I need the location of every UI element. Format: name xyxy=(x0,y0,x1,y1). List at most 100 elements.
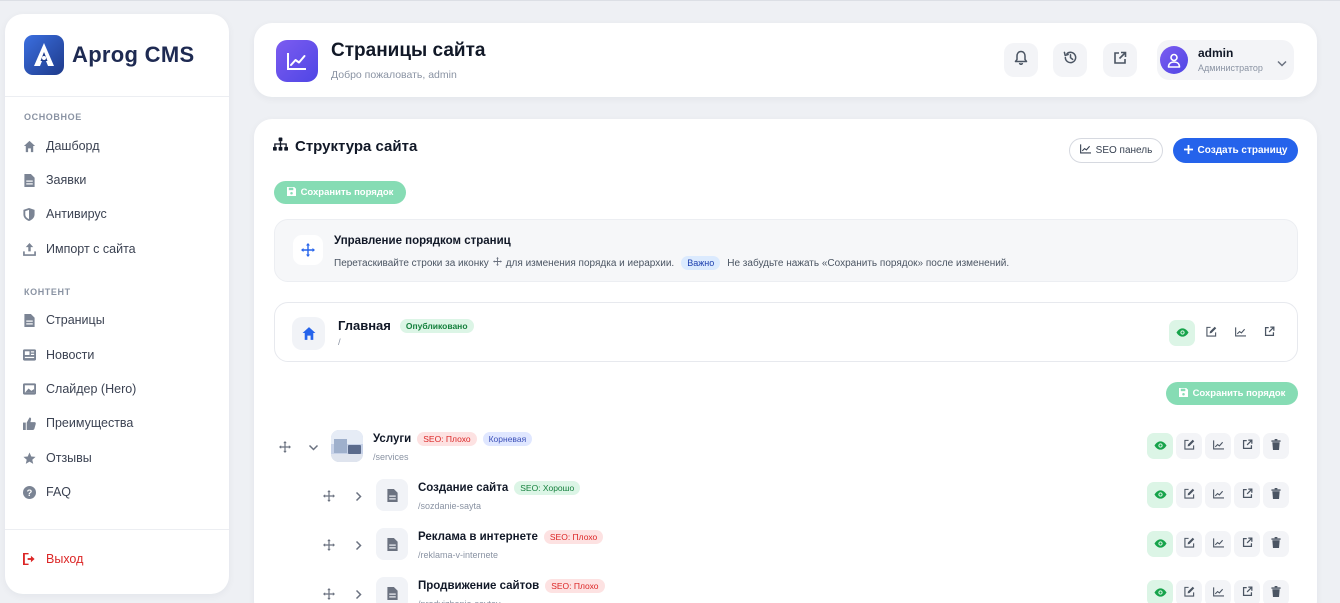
trash-icon xyxy=(1271,584,1281,602)
create-page-label: Создать страницу xyxy=(1197,145,1288,156)
open-page-button[interactable] xyxy=(1234,482,1260,508)
drag-handle-icon[interactable] xyxy=(323,538,335,556)
history-button[interactable] xyxy=(1053,43,1087,77)
seo-panel-label: SEO панель xyxy=(1095,145,1153,156)
user-menu[interactable]: admin Администратор xyxy=(1157,40,1294,80)
home-title-text: Главная xyxy=(338,318,391,333)
delete-button[interactable] xyxy=(1263,580,1289,603)
view-button[interactable] xyxy=(1147,482,1173,508)
document-icon xyxy=(376,528,408,560)
sidebar-item-dashboard[interactable]: Дашборд xyxy=(22,135,100,157)
seo-stats-button[interactable] xyxy=(1205,580,1231,603)
edit-icon xyxy=(1205,324,1217,342)
user-name: admin xyxy=(1198,46,1234,60)
save-order-button[interactable]: Сохранить порядок xyxy=(274,181,406,204)
seo-stats-button[interactable] xyxy=(1205,531,1231,557)
edit-button[interactable] xyxy=(1176,580,1202,603)
edit-button[interactable] xyxy=(1198,320,1224,346)
seo-badge: SEO: Хорошо xyxy=(514,481,581,495)
view-button[interactable] xyxy=(1147,531,1173,557)
edit-button[interactable] xyxy=(1176,482,1202,508)
external-link-icon xyxy=(1242,535,1253,553)
view-button[interactable] xyxy=(1147,433,1173,459)
star-icon xyxy=(22,451,36,465)
sidebar-item-reviews[interactable]: Отзывы xyxy=(22,447,92,469)
open-page-button[interactable] xyxy=(1234,580,1260,603)
thumbs-up-icon xyxy=(22,416,36,430)
view-button[interactable] xyxy=(1147,580,1173,603)
seo-panel-button[interactable]: SEO панель xyxy=(1069,138,1163,163)
sidebar: Aprog CMS ОСНОВНОЕ Дашборд Заявки Антиви… xyxy=(5,14,229,594)
published-badge: Опубликовано xyxy=(399,318,474,333)
history-icon xyxy=(1063,50,1078,70)
upload-icon xyxy=(22,242,36,256)
chevron-right-icon[interactable] xyxy=(353,587,364,603)
sidebar-item-label: Заявки xyxy=(46,173,87,187)
sidebar-item-label: Страницы xyxy=(46,313,105,327)
sidebar-item-news[interactable]: Новости xyxy=(22,344,94,366)
chevron-down-icon[interactable] xyxy=(308,440,319,458)
view-button[interactable] xyxy=(1169,320,1195,346)
newspaper-icon xyxy=(22,348,36,362)
chart-line-icon xyxy=(1212,584,1224,602)
drag-handle-icon[interactable] xyxy=(279,440,291,458)
page-row: Создание сайта SEO: Хорошо /sozdanie-say… xyxy=(254,476,1317,520)
seo-stats-button[interactable] xyxy=(1205,482,1231,508)
plus-icon xyxy=(1183,144,1193,157)
section-title-main: ОСНОВНОЕ xyxy=(24,112,82,122)
sidebar-item-antivirus[interactable]: Антивирус xyxy=(22,203,107,225)
section-title-content: КОНТЕНТ xyxy=(24,287,71,297)
chart-line-icon xyxy=(1212,486,1224,504)
seo-badge: SEO: Плохо xyxy=(417,432,477,446)
page-slug: /sozdanie-sayta xyxy=(418,501,482,511)
chevron-right-icon[interactable] xyxy=(353,538,364,556)
shield-icon xyxy=(22,207,36,221)
drag-handle-icon[interactable] xyxy=(323,587,335,603)
delete-button[interactable] xyxy=(1263,531,1289,557)
external-link-icon xyxy=(1113,51,1127,70)
open-page-button[interactable] xyxy=(1256,320,1282,346)
trash-icon xyxy=(1271,486,1281,504)
sidebar-item-label: Слайдер (Hero) xyxy=(46,382,137,396)
logout-button[interactable]: Выход xyxy=(22,548,83,570)
page-row: Продвижение сайтов SEO: Плохо /prodvizhe… xyxy=(254,574,1317,603)
trash-icon xyxy=(1271,437,1281,455)
document-icon xyxy=(376,479,408,511)
sidebar-item-label: Импорт с сайта xyxy=(46,242,136,256)
drag-handle-icon[interactable] xyxy=(323,489,335,507)
sidebar-item-label: FAQ xyxy=(46,485,72,499)
open-page-button[interactable] xyxy=(1234,531,1260,557)
save-order-button[interactable]: Сохранить порядок xyxy=(1166,382,1298,405)
page-title: Продвижение сайтов SEO: Плохо xyxy=(418,579,605,593)
page-title-text: Продвижение сайтов xyxy=(418,580,540,592)
open-page-button[interactable] xyxy=(1234,433,1260,459)
sidebar-item-import[interactable]: Импорт с сайта xyxy=(22,238,136,260)
edit-button[interactable] xyxy=(1176,433,1202,459)
create-page-button[interactable]: Создать страницу xyxy=(1173,138,1298,163)
brand-logo[interactable]: Aprog CMS xyxy=(24,35,194,75)
sidebar-item-advantages[interactable]: Преимущества xyxy=(22,412,133,434)
root-badge: Корневая xyxy=(482,432,533,446)
section-heading: Структура сайта xyxy=(273,137,417,155)
sidebar-item-faq[interactable]: ? FAQ xyxy=(22,481,71,503)
delete-button[interactable] xyxy=(1263,482,1289,508)
delete-button[interactable] xyxy=(1263,433,1289,459)
page-title-text: Услуги xyxy=(373,433,412,445)
chevron-down-icon xyxy=(1277,54,1287,72)
open-site-button[interactable] xyxy=(1103,43,1137,77)
sidebar-item-slider[interactable]: Слайдер (Hero) xyxy=(22,378,136,400)
seo-stats-button[interactable] xyxy=(1227,320,1253,346)
save-icon xyxy=(1178,387,1188,400)
top-border xyxy=(0,0,1340,1)
notifications-button[interactable] xyxy=(1004,43,1038,77)
info-text-middle: для изменения порядка и иерархии. xyxy=(505,257,675,269)
edit-button[interactable] xyxy=(1176,531,1202,557)
chevron-right-icon[interactable] xyxy=(353,489,364,507)
page-title-text: Создание сайта xyxy=(418,482,509,494)
sidebar-item-pages[interactable]: Страницы xyxy=(22,309,105,331)
info-text: Перетаскивайте строки за иконку для изме… xyxy=(334,256,1009,270)
eye-icon xyxy=(1153,584,1167,602)
seo-badge: SEO: Плохо xyxy=(543,530,604,544)
sidebar-item-requests[interactable]: Заявки xyxy=(22,169,86,191)
seo-stats-button[interactable] xyxy=(1205,433,1231,459)
